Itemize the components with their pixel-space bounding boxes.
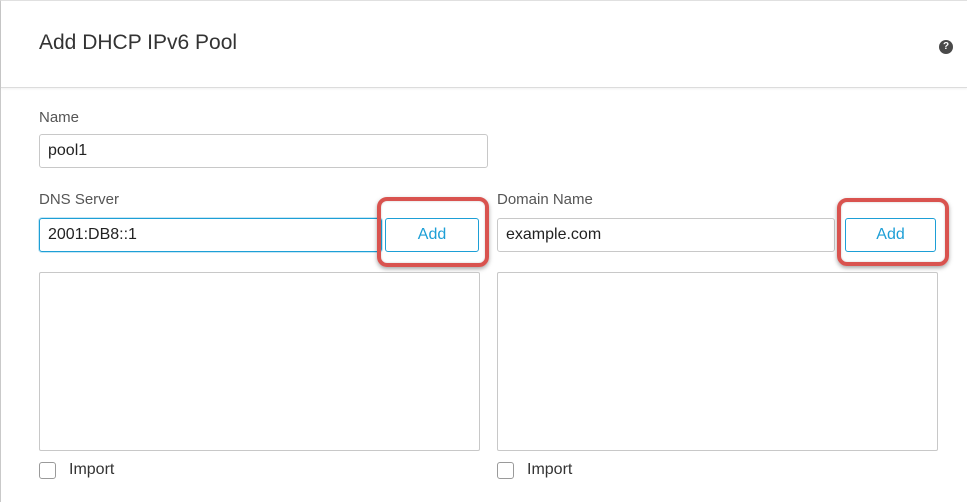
name-label: Name: [39, 109, 80, 126]
dns-import-label: Import: [69, 461, 115, 478]
dialog-header: Add DHCP IPv6 Pool ?: [1, 1, 967, 88]
dns-import-checkbox[interactable]: [39, 462, 56, 479]
dns-add-callout-highlight: [377, 197, 489, 267]
domain-add-callout-highlight: [837, 198, 949, 266]
name-input[interactable]: [39, 134, 488, 168]
help-icon[interactable]: ?: [939, 40, 953, 54]
dns-server-input[interactable]: [39, 218, 382, 252]
domain-name-list[interactable]: [497, 272, 938, 451]
add-dhcp-ipv6-pool-dialog: Add DHCP IPv6 Pool ? Name DNS Server Add…: [0, 0, 967, 502]
dialog-title: Add DHCP IPv6 Pool: [39, 31, 238, 54]
dns-server-label: DNS Server: [39, 191, 120, 208]
domain-name-input[interactable]: [497, 218, 835, 252]
domain-import-checkbox[interactable]: [497, 462, 514, 479]
dns-server-list[interactable]: [39, 272, 480, 451]
domain-import-label: Import: [527, 461, 573, 478]
domain-name-label: Domain Name: [497, 191, 593, 208]
